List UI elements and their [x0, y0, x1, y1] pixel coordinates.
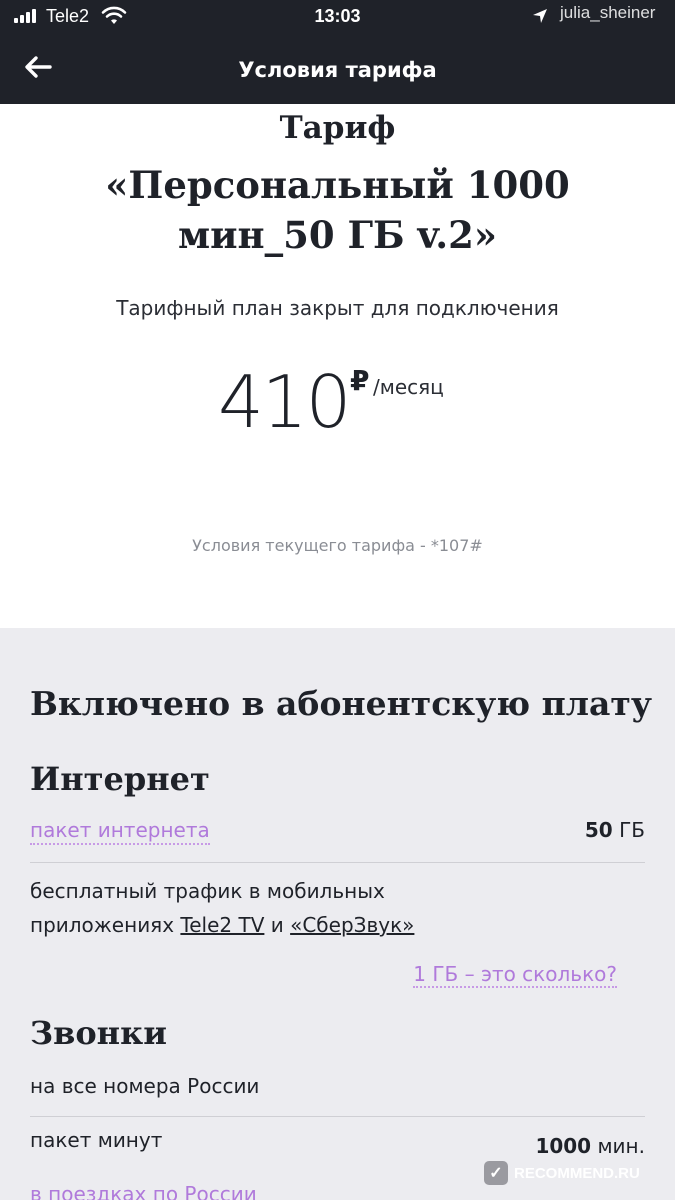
currency-symbol: ₽	[350, 364, 370, 397]
free-traffic-apps: приложениях Tele2 TV и «СберЗвук»	[30, 913, 415, 937]
sberzvuk-link[interactable]: «СберЗвук»	[290, 913, 414, 937]
current-terms-hint: Условия текущего тарифа - *107#	[192, 536, 483, 555]
minutes-package-value: 1000 мин.	[535, 1134, 645, 1158]
minutes-package-label: пакет минут	[30, 1128, 163, 1152]
recommend-logo-icon: ✓	[484, 1161, 508, 1185]
location-arrow-icon	[533, 9, 547, 23]
tele2-tv-link[interactable]: Tele2 TV	[180, 913, 264, 937]
travel-russia-link[interactable]: в поездках по России	[30, 1182, 257, 1200]
divider	[30, 862, 645, 863]
tariff-name: «Персональный 1000 мин_50 ГБ v.2»	[105, 163, 570, 257]
watermark-username: julia_sheiner	[560, 3, 656, 22]
internet-package-row: пакет интернета 50 ГБ	[30, 818, 645, 845]
tariff-closed-note: Тарифный план закрыт для подключения	[116, 296, 559, 320]
tariff-price: 410	[218, 360, 351, 444]
page-title: Условия тарифа	[238, 58, 437, 82]
included-section: Включено в абонентскую плату Интернет па…	[0, 628, 675, 1200]
free-traffic-text: бесплатный трафик в мобильных	[30, 879, 385, 903]
price-period: /месяц	[373, 375, 444, 399]
recommend-watermark: ✓ RECOMMEND.RU	[484, 1158, 640, 1188]
status-bar: Tele2 13:03 julia_sheiner	[0, 0, 675, 34]
top-bar: Tele2 13:03 julia_sheiner Условия тарифа	[0, 0, 675, 104]
divider	[30, 1116, 645, 1117]
tariff-label: Тариф	[279, 110, 396, 146]
internet-package-link[interactable]: пакет интернета	[30, 818, 210, 845]
calls-all-numbers-label: на все номера России	[30, 1074, 260, 1098]
calls-all-numbers-row: на все номера России	[30, 1074, 645, 1098]
recommend-watermark-text: RECOMMEND.RU	[514, 1164, 640, 1182]
nav-bar: Условия тарифа	[0, 34, 675, 104]
tariff-hero: Тариф «Персональный 1000 мин_50 ГБ v.2» …	[0, 104, 675, 628]
internet-heading: Интернет	[30, 760, 210, 798]
included-heading: Включено в абонентскую плату	[30, 684, 652, 723]
gb-explainer-link[interactable]: 1 ГБ – это сколько?	[413, 962, 617, 988]
internet-package-value: 50 ГБ	[584, 818, 645, 842]
calls-heading: Звонки	[30, 1014, 167, 1052]
free-traffic-row: бесплатный трафик в мобильных приложения…	[30, 874, 645, 942]
